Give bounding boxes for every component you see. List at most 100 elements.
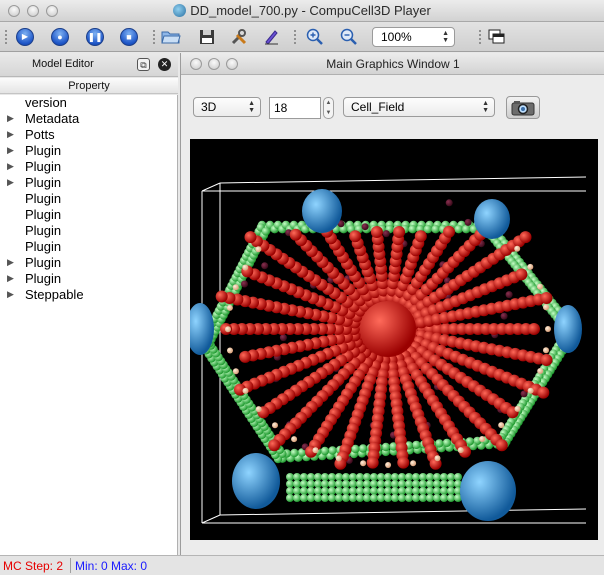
save-floppy-icon bbox=[200, 30, 214, 44]
red-cell bbox=[528, 323, 540, 335]
run-button[interactable]: ▶ bbox=[14, 27, 36, 47]
field-select[interactable]: Cell_Field ▲ ▼ bbox=[343, 97, 495, 117]
expand-arrow-icon[interactable]: ▶ bbox=[7, 289, 14, 300]
tree-item-label: Plugin bbox=[25, 239, 62, 254]
tree-item-label: Steppable bbox=[25, 287, 84, 302]
tree-item[interactable]: Plugin bbox=[0, 223, 178, 239]
green-boundary-cell bbox=[391, 487, 399, 495]
save-button[interactable] bbox=[196, 27, 218, 47]
green-boundary-cell bbox=[412, 494, 420, 502]
green-boundary-cell bbox=[447, 473, 455, 481]
property-column-header[interactable]: Property bbox=[0, 78, 178, 94]
green-boundary-cell bbox=[328, 487, 336, 495]
expand-arrow-icon[interactable]: ▶ bbox=[7, 257, 14, 268]
red-cell bbox=[393, 226, 406, 238]
expand-arrow-icon[interactable]: ▶ bbox=[7, 177, 14, 188]
green-boundary-cell bbox=[356, 487, 364, 495]
model-editor-header: Model Editor ⧉ ✕ bbox=[0, 53, 178, 77]
red-cell bbox=[537, 386, 550, 399]
green-boundary-cell bbox=[405, 473, 413, 481]
red-cell bbox=[397, 456, 410, 469]
toolbar-grip-icon[interactable] bbox=[478, 29, 482, 46]
blue-corner-cell bbox=[232, 453, 280, 509]
view-mode-select[interactable]: 3D ▲ ▼ bbox=[193, 97, 261, 117]
3d-viewport[interactable] bbox=[190, 139, 598, 540]
green-boundary-cell bbox=[307, 494, 315, 502]
tree-item[interactable]: ▶ Plugin bbox=[0, 271, 178, 287]
tan-cell bbox=[227, 347, 233, 354]
slice-spinbox-input[interactable]: 18 bbox=[269, 97, 321, 119]
green-boundary-cell bbox=[370, 487, 378, 495]
central-red-cell bbox=[360, 301, 416, 357]
green-boundary-cell bbox=[293, 487, 301, 495]
zoom-in-button[interactable] bbox=[304, 27, 326, 47]
toolbar-grip-icon[interactable] bbox=[4, 29, 8, 46]
green-boundary-cell bbox=[342, 487, 350, 495]
pause-button[interactable]: ❚❚ bbox=[84, 27, 106, 47]
tree-item[interactable]: ▶ Potts bbox=[0, 127, 178, 143]
red-cell bbox=[519, 231, 532, 244]
tools-button[interactable] bbox=[228, 27, 250, 47]
select-arrows-icon: ▲ ▼ bbox=[482, 100, 489, 114]
run-icon: ▶ bbox=[16, 28, 34, 46]
tree-item[interactable]: Plugin bbox=[0, 239, 178, 255]
tan-cell bbox=[335, 455, 342, 462]
tan-cell bbox=[385, 462, 392, 468]
green-boundary-cell bbox=[377, 480, 385, 488]
green-boundary-cell bbox=[440, 480, 448, 488]
red-cell bbox=[215, 290, 228, 303]
tree-item-label: Plugin bbox=[25, 255, 62, 270]
red-cell bbox=[370, 226, 383, 238]
model-editor-tree[interactable]: version ▶ Metadata ▶ Potts ▶ Plugin ▶ Pl… bbox=[0, 95, 178, 555]
toolbar-grip-icon[interactable] bbox=[293, 29, 297, 46]
red-cell bbox=[515, 268, 528, 281]
expand-arrow-icon[interactable]: ▶ bbox=[7, 113, 14, 124]
green-boundary-cell bbox=[307, 487, 315, 495]
green-boundary-cell bbox=[426, 480, 434, 488]
tree-item[interactable]: version bbox=[0, 95, 178, 111]
expand-arrow-icon[interactable]: ▶ bbox=[7, 145, 14, 156]
status-bar: MC Step: 2 Min: 0 Max: 0 bbox=[0, 555, 604, 575]
green-boundary-cell bbox=[370, 480, 378, 488]
dark-cell bbox=[361, 223, 369, 231]
float-dock-icon[interactable]: ⧉ bbox=[137, 58, 150, 71]
red-cell bbox=[443, 225, 455, 238]
tree-item[interactable]: ▶ Plugin bbox=[0, 255, 178, 271]
green-boundary-cell bbox=[433, 473, 441, 481]
new-graphics-window-button[interactable] bbox=[486, 27, 508, 47]
tree-item[interactable]: Plugin bbox=[0, 191, 178, 207]
screenshot-button[interactable] bbox=[506, 96, 540, 119]
green-boundary-cell bbox=[412, 487, 420, 495]
dark-cell bbox=[261, 262, 269, 270]
status-separator bbox=[70, 558, 71, 573]
toolbar-grip-icon[interactable] bbox=[152, 29, 156, 46]
expand-arrow-icon[interactable]: ▶ bbox=[7, 129, 14, 140]
green-boundary-cell bbox=[328, 473, 336, 481]
tree-item-label: Potts bbox=[25, 127, 55, 142]
tree-item[interactable]: ▶ Plugin bbox=[0, 159, 178, 175]
close-dock-icon[interactable]: ✕ bbox=[158, 58, 171, 71]
open-button[interactable] bbox=[160, 27, 182, 47]
tree-item[interactable]: ▶ Steppable bbox=[0, 287, 178, 303]
green-boundary-cell bbox=[261, 227, 271, 236]
step-button[interactable]: ● bbox=[49, 27, 71, 47]
expand-arrow-icon[interactable]: ▶ bbox=[7, 273, 14, 284]
zoom-value: 100% bbox=[381, 30, 412, 44]
tan-cell bbox=[498, 422, 505, 429]
slice-spin-arrows[interactable]: ▲ ▼ bbox=[323, 97, 334, 119]
tree-item[interactable]: Plugin bbox=[0, 207, 178, 223]
zoom-in-icon bbox=[306, 28, 323, 45]
title-bar: DD_model_700.py - CompuCell3D Player bbox=[0, 0, 604, 22]
zoom-select[interactable]: 100% ▲ ▼ bbox=[372, 27, 455, 47]
tree-item[interactable]: ▶ Plugin bbox=[0, 175, 178, 191]
expand-arrow-icon[interactable]: ▶ bbox=[7, 161, 14, 172]
green-boundary-cell bbox=[314, 487, 322, 495]
tree-item[interactable]: ▶ Metadata bbox=[0, 111, 178, 127]
tree-item[interactable]: ▶ Plugin bbox=[0, 143, 178, 159]
edit-button[interactable] bbox=[260, 27, 282, 47]
stop-button[interactable]: ■ bbox=[118, 27, 140, 47]
green-boundary-cell bbox=[419, 487, 427, 495]
zoom-out-button[interactable] bbox=[338, 27, 360, 47]
green-boundary-cell bbox=[286, 473, 294, 481]
blue-corner-cell bbox=[302, 189, 342, 233]
